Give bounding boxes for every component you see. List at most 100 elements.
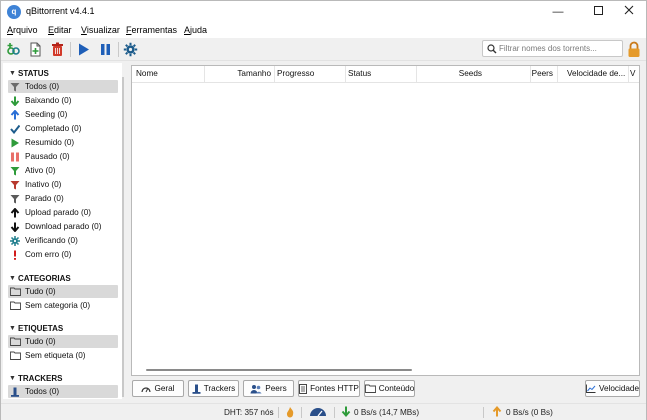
tab-peers[interactable]: Peers [243, 380, 294, 397]
options-button[interactable] [122, 41, 139, 58]
tab-conteudo[interactable]: Conteúdo [364, 380, 415, 397]
status-item-label: Seeding (0) [25, 110, 68, 119]
tab-fontes-http[interactable]: Fontes HTTP [298, 380, 360, 397]
play-icon [8, 138, 22, 148]
menu-ferramentas[interactable]: Ferramentas [126, 25, 177, 35]
tag-item-tudo[interactable]: Tudo (0) [8, 335, 118, 348]
tag-item-sem-etiqueta[interactable]: Sem etiqueta (0) [8, 349, 118, 362]
arrow-down-icon [8, 96, 22, 106]
download-arrow-icon [341, 406, 351, 419]
column-tamanho[interactable]: Tamanho [205, 66, 273, 82]
users-icon [250, 384, 262, 394]
minimize-button[interactable]: — [540, 1, 576, 23]
delete-torrent-button[interactable] [49, 41, 66, 58]
window-title: qBittorrent v4.4.1 [26, 6, 95, 16]
status-item-label: Inativo (0) [25, 180, 62, 189]
tracker-icon [8, 387, 22, 397]
categories-section-header[interactable]: ▼ CATEGORIAS [9, 272, 71, 284]
close-button[interactable] [611, 1, 647, 23]
download-speed[interactable]: 0 Bs/s (14,7 MBs) [354, 408, 419, 417]
tags-section-header[interactable]: ▼ ETIQUETAS [9, 322, 63, 334]
status-item-baixando[interactable]: Baixando (0) [8, 94, 118, 107]
upload-speed[interactable]: 0 Bs/s (0 Bs) [506, 408, 553, 417]
app-window: q qBittorrent v4.4.1 — Arquivo Editar Vi… [0, 0, 647, 420]
resume-button[interactable] [75, 41, 92, 58]
chevron-down-icon: ▼ [9, 69, 16, 77]
status-item-seeding[interactable]: Seeding (0) [8, 108, 118, 121]
status-item-verificando[interactable]: Verificando (0) [8, 234, 118, 247]
column-peers[interactable]: Peers [487, 66, 555, 82]
menu-bar: Arquivo Editar Visualizar Ferramentas Aj… [1, 23, 646, 38]
speedometer-icon [141, 384, 152, 393]
status-item-todos[interactable]: Todos (0) [8, 80, 118, 93]
filter-sidebar: ▼ STATUS Todos (0) Baixando (0) Seeding … [3, 63, 122, 399]
column-velocidade-download[interactable]: Velocidade de... [559, 66, 627, 82]
tab-label: Fontes HTTP [310, 384, 359, 393]
add-torrent-file-button[interactable] [27, 41, 44, 58]
status-item-inativo[interactable]: Inativo (0) [8, 178, 118, 191]
lock-button[interactable] [627, 41, 641, 60]
menu-editar[interactable]: Editar [48, 25, 72, 35]
pause-button[interactable] [97, 41, 114, 58]
column-separator[interactable] [345, 66, 346, 82]
column-velocidade-upload[interactable]: V [630, 66, 639, 82]
tab-geral[interactable]: Geral [132, 380, 184, 397]
category-item-sem-categoria[interactable]: Sem categoria (0) [8, 299, 118, 312]
tab-trackers[interactable]: Trackers [188, 380, 239, 397]
status-item-label: Verificando (0) [25, 236, 78, 245]
add-torrent-link-button[interactable] [5, 41, 22, 58]
qbittorrent-logo-icon: q [7, 5, 21, 19]
toolbar-separator [70, 42, 71, 57]
search-input[interactable] [499, 42, 621, 55]
folder-icon [8, 351, 22, 360]
properties-tabbar: Geral Trackers Peers Fontes HTTP Conteúd… [131, 380, 640, 398]
flame-icon[interactable] [285, 406, 295, 420]
speed-graph-button[interactable]: Velocidade [585, 380, 640, 397]
search-box[interactable] [482, 40, 623, 57]
column-separator[interactable] [274, 66, 275, 82]
status-item-ativo[interactable]: Ativo (0) [8, 164, 118, 177]
column-separator[interactable] [628, 66, 629, 82]
filter-icon [8, 166, 22, 176]
close-icon [624, 5, 634, 15]
tags-section-title: ETIQUETAS [18, 323, 64, 333]
status-item-completado[interactable]: Completado (0) [8, 122, 118, 135]
column-nome[interactable]: Nome [136, 66, 204, 82]
torrent-list[interactable]: Nome Tamanho Progresso Status Seeds Peer… [131, 65, 640, 376]
status-item-parado[interactable]: Parado (0) [8, 192, 118, 205]
status-item-resumido[interactable]: Resumido (0) [8, 136, 118, 149]
arrow-up-icon [8, 109, 22, 120]
column-separator[interactable] [557, 66, 558, 82]
status-item-label: Baixando (0) [25, 96, 72, 105]
status-item-label: Parado (0) [25, 194, 64, 203]
column-status[interactable]: Status [348, 66, 414, 82]
status-item-label: Download parado (0) [25, 222, 102, 231]
pause-icon [8, 152, 22, 162]
tag-item-label: Tudo (0) [25, 337, 56, 346]
tracker-item-todos[interactable]: Todos (0) [8, 385, 118, 398]
chart-line-icon [586, 384, 596, 393]
categories-section-title: CATEGORIAS [18, 273, 71, 283]
statusbar-separator [483, 407, 484, 418]
category-item-tudo[interactable]: Tudo (0) [8, 285, 118, 298]
menu-arquivo[interactable]: Arquivo [7, 25, 38, 35]
status-item-pausado[interactable]: Pausado (0) [8, 150, 118, 163]
status-section-header[interactable]: ▼ STATUS [9, 67, 49, 79]
status-item-download-parado[interactable]: Download parado (0) [8, 220, 118, 233]
trackers-section-header[interactable]: ▼ TRACKERS [9, 372, 62, 384]
menu-ajuda[interactable]: Ajuda [184, 25, 207, 35]
search-icon [487, 44, 497, 54]
toolbar [1, 38, 646, 61]
column-progresso[interactable]: Progresso [277, 66, 345, 82]
folder-icon [8, 301, 22, 310]
horizontal-scrollbar[interactable] [132, 365, 639, 375]
tab-label: Conteúdo [378, 384, 415, 393]
status-item-upload-parado[interactable]: Upload parado (0) [8, 206, 118, 219]
speed-limit-gauge-icon[interactable] [309, 407, 327, 419]
column-seeds[interactable]: Seeds [417, 66, 484, 82]
scrollbar-thumb[interactable] [146, 369, 412, 371]
sidebar-splitter[interactable] [122, 77, 124, 397]
status-item-label: Pausado (0) [25, 152, 70, 161]
menu-visualizar[interactable]: Visualizar [81, 25, 120, 35]
status-item-com-erro[interactable]: Com erro (0) [8, 248, 118, 261]
